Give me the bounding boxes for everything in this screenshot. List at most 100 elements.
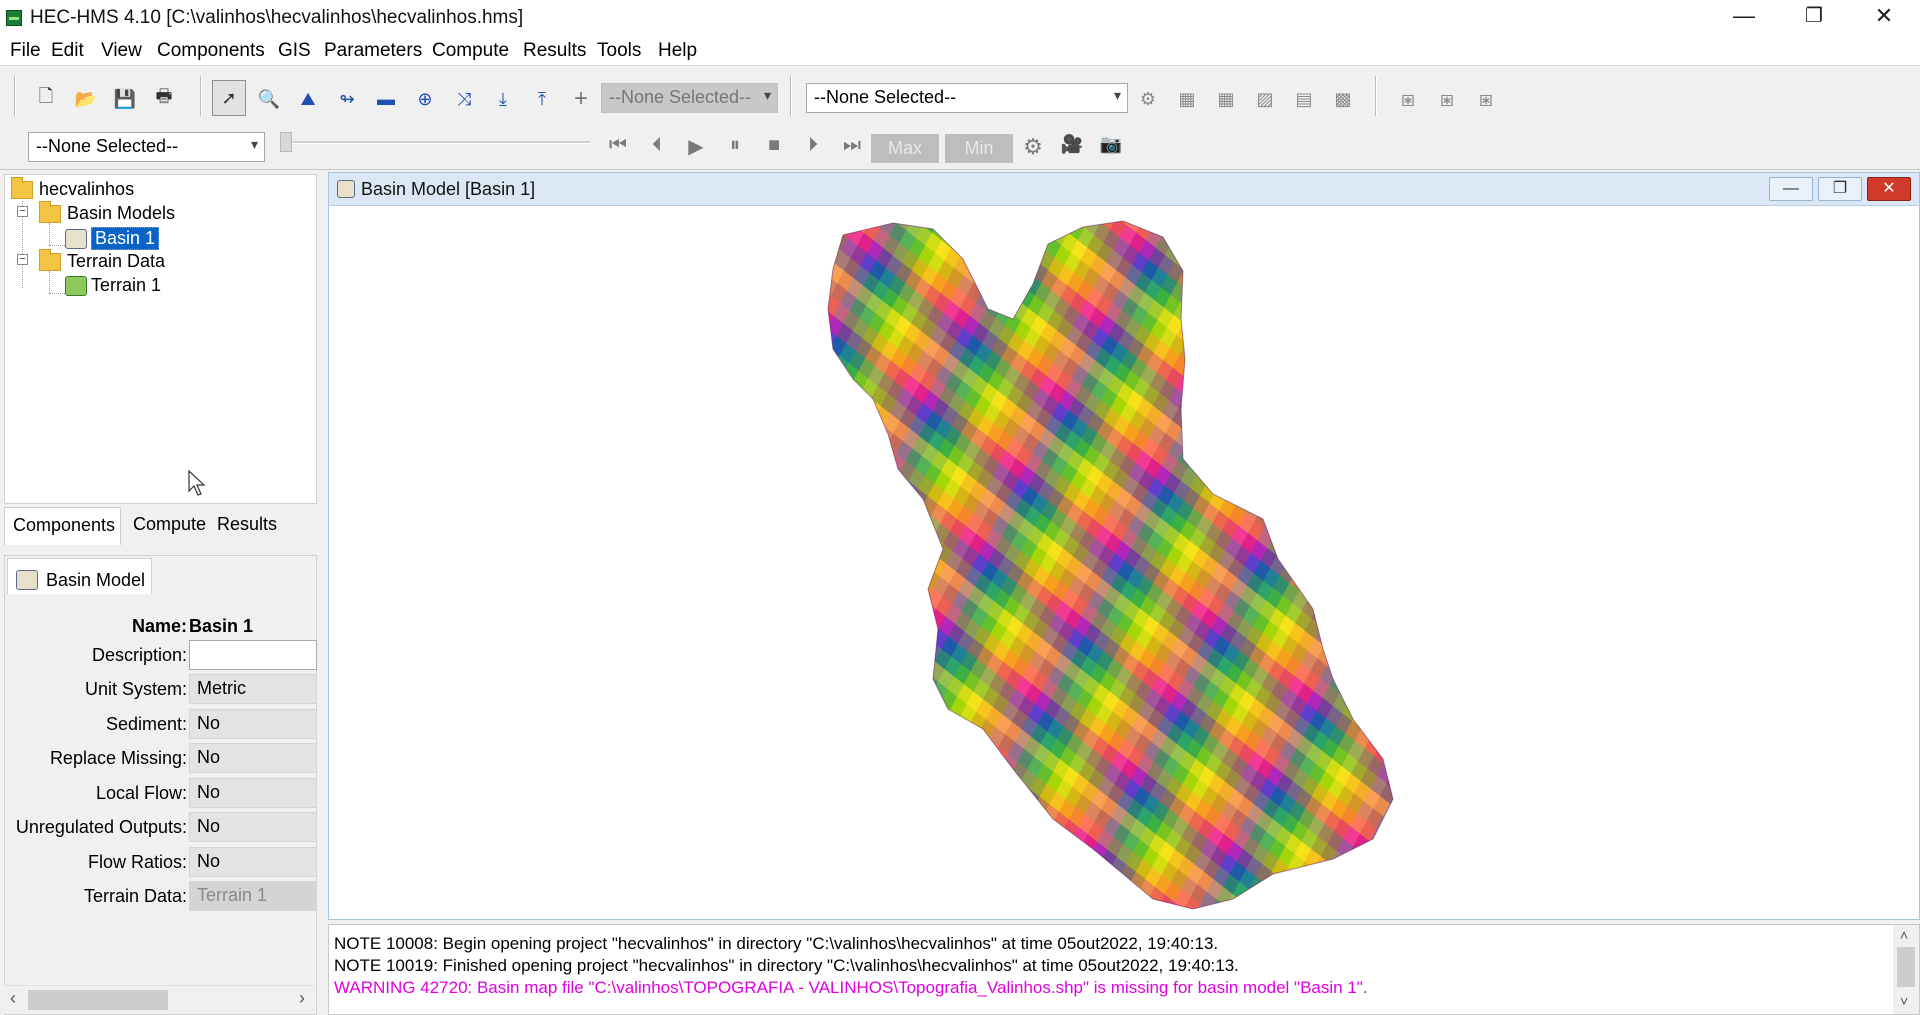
tree-node-terrain-data[interactable]: Terrain Data	[39, 248, 165, 272]
folder-icon	[39, 200, 61, 223]
tree-node-project[interactable]: hecvalinhos	[11, 176, 134, 200]
scroll-up-icon[interactable]: ˄	[1900, 927, 1908, 943]
basin-map-canvas[interactable]	[333, 209, 1913, 915]
compute-run-icon[interactable]: ⚙	[1133, 84, 1163, 114]
folder-icon	[39, 248, 61, 271]
play-icon[interactable]: ▶	[681, 134, 711, 162]
results-select[interactable]: --None Selected-- ▾	[806, 83, 1128, 113]
stop-icon[interactable]: ■	[759, 134, 789, 162]
settings-icon[interactable]: ⚙	[1018, 134, 1048, 162]
time-window-select[interactable]: --None Selected-- ▾	[28, 132, 265, 162]
zoom-icon[interactable]: 🔍	[254, 84, 284, 114]
open-folder-icon[interactable]: 📂	[71, 84, 101, 114]
tab-components[interactable]: Components	[4, 507, 121, 545]
menu-components[interactable]: Components	[157, 40, 265, 62]
mouse-cursor-icon	[188, 469, 206, 496]
tab-results[interactable]: Results	[209, 507, 285, 543]
unregulated-outputs-select[interactable]: No	[189, 812, 317, 842]
component-editor: Basin Model Name: Basin 1 Description: U…	[4, 555, 317, 1015]
window-titlebar: HEC-HMS 4.10 [C:\valinhos\hecvalinhos\he…	[0, 0, 1920, 36]
chevron-down-icon: ▾	[250, 136, 258, 152]
step-forward-icon[interactable]: ⏵	[798, 134, 828, 162]
pause-icon[interactable]: ⏸	[720, 134, 750, 162]
flow-ratios-select[interactable]: No	[189, 847, 317, 877]
chevron-down-icon: ▾	[1113, 87, 1121, 103]
tree-node-terrain-1[interactable]: Terrain 1	[65, 275, 161, 296]
sediment-select[interactable]: No	[189, 709, 317, 739]
terrain-data-label: Terrain Data:	[83, 886, 187, 906]
name-value: Basin 1	[189, 616, 254, 636]
minimize-button[interactable]: —	[1710, 0, 1778, 34]
skip-to-end-icon[interactable]: ⏭	[837, 134, 867, 162]
element-select[interactable]: --None Selected-- ▾	[601, 83, 778, 113]
basin-model-icon	[65, 228, 87, 249]
graph-icon[interactable]: ▨	[1250, 84, 1280, 114]
grid-cell-icon[interactable]: ⧆	[1393, 84, 1423, 114]
menu-results[interactable]: Results	[523, 40, 586, 62]
grid-cell-icon[interactable]: ⧆	[1432, 84, 1462, 114]
diversion-tool-icon[interactable]: ⤨	[449, 84, 479, 114]
scroll-left-icon[interactable]: ‹	[10, 988, 16, 1009]
menu-edit[interactable]: Edit	[51, 40, 84, 62]
global-summary-icon[interactable]: ▦	[1172, 84, 1202, 114]
console-vertical-scrollbar[interactable]: ˄ ˅	[1893, 925, 1919, 1014]
print-icon[interactable]: 🖶	[149, 84, 179, 114]
source-tool-icon[interactable]: ⤓	[488, 84, 518, 114]
scrollbar-thumb[interactable]	[28, 990, 168, 1010]
menu-tools[interactable]: Tools	[597, 40, 641, 62]
basin-map-titlebar: Basin Model [Basin 1] — ❐ ✕	[329, 173, 1919, 206]
reservoir-tool-icon[interactable]: ▬	[371, 84, 401, 114]
terrain-data-select[interactable]: Terrain 1	[189, 881, 317, 911]
tree-basin-models-label: Basin Models	[67, 203, 176, 223]
step-back-icon[interactable]: ⏴	[642, 134, 672, 162]
summary-table-icon[interactable]: ▩	[1328, 84, 1358, 114]
scrollbar-thumb[interactable]	[1897, 947, 1915, 987]
folder-icon	[11, 176, 33, 199]
collapse-icon[interactable]: −	[17, 206, 28, 217]
menu-gis[interactable]: GIS	[278, 40, 311, 62]
time-series-table-icon[interactable]: ▤	[1289, 84, 1319, 114]
maximize-button[interactable]: ❐	[1780, 0, 1848, 34]
grid-cell-icon[interactable]: ⧆	[1471, 84, 1501, 114]
basin-map-window: Basin Model [Basin 1] — ❐ ✕	[328, 172, 1920, 920]
menu-compute[interactable]: Compute	[432, 40, 509, 62]
map-restore-button[interactable]: ❐	[1818, 177, 1862, 201]
sink-tool-icon[interactable]: ⤒	[527, 84, 557, 114]
animation-slider-track[interactable]	[285, 141, 590, 144]
new-file-icon[interactable]: 🗋	[31, 84, 61, 114]
description-field[interactable]	[189, 640, 317, 670]
close-button[interactable]: ✕	[1850, 0, 1918, 34]
junction-tool-icon[interactable]: ⊕	[410, 84, 440, 114]
scroll-down-icon[interactable]: ˅	[1900, 993, 1908, 1009]
video-camera-icon[interactable]: 🎥	[1057, 134, 1087, 162]
map-minimize-button[interactable]: —	[1769, 177, 1813, 201]
tree-node-basin-1[interactable]: Basin 1	[65, 227, 160, 250]
crosshair-icon[interactable]: +	[566, 84, 596, 114]
min-button[interactable]: Min	[945, 134, 1013, 163]
replace-missing-label: Replace Missing:	[49, 748, 187, 768]
skip-to-start-icon[interactable]: ⏮	[603, 134, 633, 162]
tab-compute[interactable]: Compute	[125, 507, 214, 543]
tab-basin-model[interactable]: Basin Model	[7, 558, 152, 594]
replace-missing-select[interactable]: No	[189, 743, 317, 773]
subbasin-tool-icon[interactable]: ⛰	[293, 84, 323, 114]
max-button[interactable]: Max	[871, 134, 939, 163]
collapse-icon[interactable]: −	[17, 254, 28, 265]
element-summary-icon[interactable]: ▦	[1211, 84, 1241, 114]
scroll-right-icon[interactable]: ›	[299, 988, 305, 1009]
save-icon[interactable]: 💾	[110, 84, 140, 114]
unit-system-select[interactable]: Metric	[189, 674, 317, 704]
terrain-raster	[827, 220, 1394, 910]
menu-view[interactable]: View	[101, 40, 142, 62]
local-flow-select[interactable]: No	[189, 778, 317, 808]
camera-icon[interactable]: 📷	[1096, 134, 1126, 162]
menu-file[interactable]: File	[10, 40, 41, 62]
tree-node-basin-models[interactable]: Basin Models	[39, 200, 176, 224]
reach-tool-icon[interactable]: ↬	[332, 84, 362, 114]
animation-slider-thumb[interactable]	[280, 132, 292, 152]
menu-parameters[interactable]: Parameters	[324, 40, 422, 62]
horizontal-scrollbar[interactable]: ‹ ›	[4, 985, 313, 1013]
menu-help[interactable]: Help	[658, 40, 697, 62]
map-close-button[interactable]: ✕	[1867, 177, 1911, 201]
select-arrow-icon[interactable]: ➚	[212, 80, 246, 116]
